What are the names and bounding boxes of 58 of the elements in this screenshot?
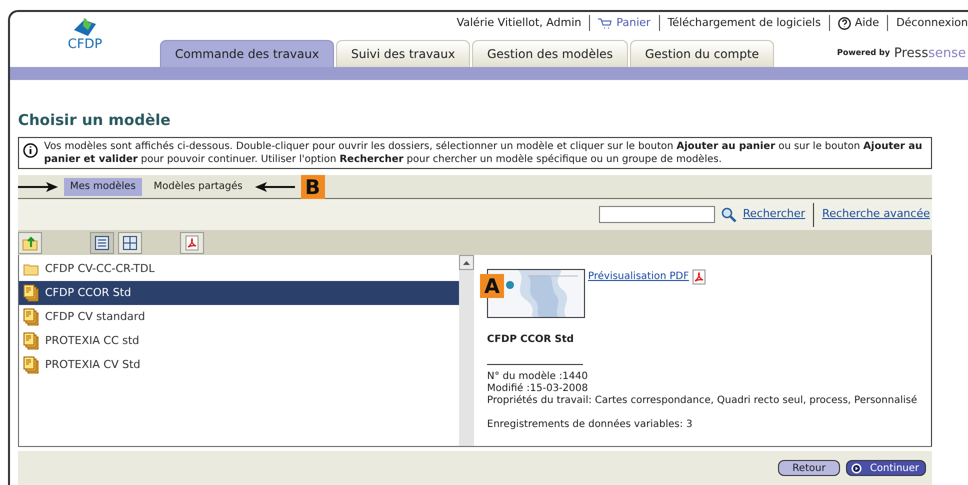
pdf-icon xyxy=(185,234,199,250)
pdf-preview-link[interactable]: Prévisualisation PDF xyxy=(588,269,689,284)
list-icon xyxy=(95,236,109,250)
detail-line: Propriétés du travail: Cartes correspondance, Quadri recto seul, process, Personnalisé xyxy=(487,395,918,407)
list-view-button[interactable] xyxy=(90,232,114,254)
search-field[interactable] xyxy=(598,206,715,223)
documents-icon xyxy=(23,284,39,302)
nav-tab[interactable]: Gestion des modèles xyxy=(472,40,628,67)
logo-icon xyxy=(72,16,98,38)
cart-icon xyxy=(598,18,612,28)
model-item[interactable]: PROTEXIA CC std xyxy=(19,329,459,353)
powered-by-text: Powered by xyxy=(837,47,890,60)
back-button[interactable]: Retour xyxy=(778,460,840,476)
info-icon xyxy=(23,143,38,158)
model-item[interactable]: PROTEXIA CV Std xyxy=(19,353,459,377)
documents-icon xyxy=(23,356,39,374)
documents-icon xyxy=(23,308,39,326)
pdf-button[interactable] xyxy=(180,232,204,254)
search-link[interactable]: Rechercher xyxy=(742,206,806,223)
advanced-search-link[interactable]: Recherche avancée xyxy=(822,206,930,223)
header-link[interactable]: Téléchargement de logiciels xyxy=(668,14,821,32)
model-name: CFDP CCOR Std xyxy=(487,333,575,347)
grid-view-button[interactable] xyxy=(118,232,142,254)
scroll-up-icon xyxy=(463,260,470,264)
model-tab[interactable]: Mes modèles xyxy=(64,178,142,196)
scrollbar[interactable] xyxy=(459,255,474,446)
up-folder-button[interactable] xyxy=(18,232,42,254)
detail-line: N° du modèle :1440 xyxy=(487,371,589,383)
callout-label: B xyxy=(300,174,325,198)
user-name: Valérie Vitiellot, Admin xyxy=(456,14,582,31)
header-link[interactable]: Déconnexion xyxy=(896,14,968,32)
pointer-arrow xyxy=(254,180,295,192)
brand-logo: Presssense xyxy=(894,44,966,62)
variables-text: Enregistrements de données variables: 3 xyxy=(487,419,694,431)
page-title: Choisir un modèle xyxy=(18,110,172,130)
documents-icon xyxy=(23,332,39,350)
help-link[interactable]: Aide xyxy=(838,14,880,32)
folder-icon xyxy=(23,262,39,276)
logo-text: CFDP xyxy=(68,38,102,51)
model-item[interactable]: CFDP CV-CC-CR-TDL xyxy=(19,257,459,281)
pointer-arrow xyxy=(18,180,58,192)
nav-tab[interactable]: Gestion du compte xyxy=(630,40,774,67)
model-tab[interactable]: Modèles partagés xyxy=(148,178,249,196)
model-item[interactable]: CFDP CCOR Std xyxy=(19,281,459,305)
model-item[interactable]: CFDP CV standard xyxy=(19,305,459,329)
search-icon xyxy=(720,206,737,222)
play-icon xyxy=(851,462,862,474)
cart-link[interactable]: Panier xyxy=(598,14,651,32)
nav-tab[interactable]: Suivi des travaux xyxy=(336,40,470,67)
callout-label: A xyxy=(480,274,504,298)
nav-tab[interactable]: Commande des travaux xyxy=(160,40,334,67)
folder-up-icon xyxy=(22,234,38,250)
info-text: Vos modèles sont affichés ci-dessous. Double-cliquer pour ouvrir les dossiers, sélectionner un modèle et cliquer sur le bouton Ajouter au panier ou sur le bouton Ajouter au panier et valider pour pouvoir continuer. Utiliser l'option Rechercher pour chercher un modèle spécifique ou un groupe de modèles. xyxy=(44,140,924,166)
detail-line: Modifié :15-03-2008 xyxy=(487,383,589,395)
grid-icon xyxy=(123,236,137,250)
continue-button[interactable]: Continuer xyxy=(846,460,926,476)
pdf-icon xyxy=(692,269,706,285)
help-icon xyxy=(838,16,851,30)
